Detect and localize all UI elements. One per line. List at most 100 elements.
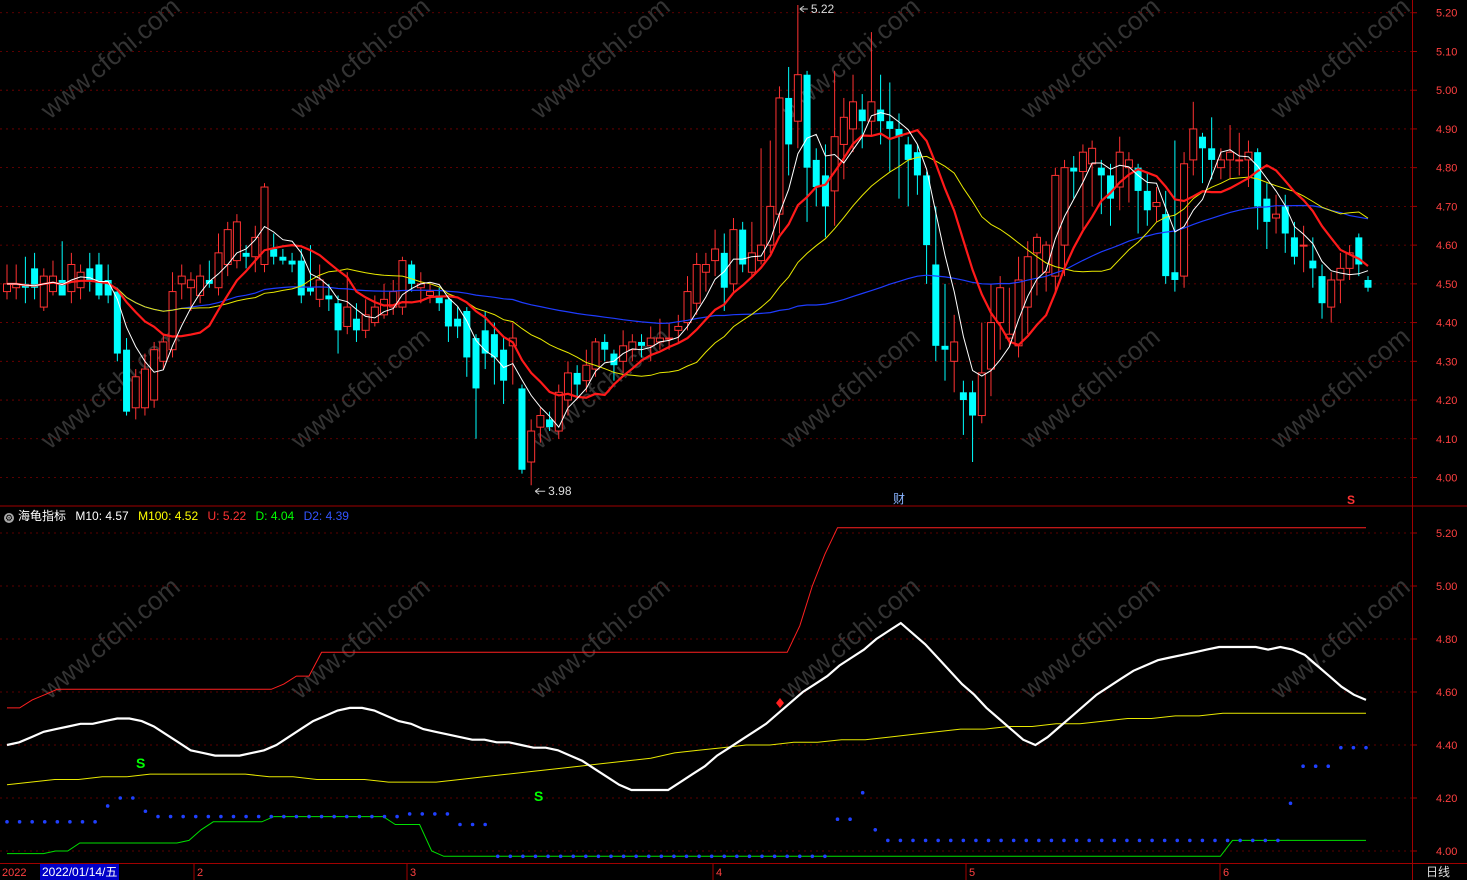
- watermark-text: www.cfchi.com: [1264, 321, 1416, 455]
- candle: [692, 252, 701, 315]
- xtick-label: 6: [1223, 867, 1229, 879]
- candle-body: [232, 221, 241, 262]
- candle-body: [711, 248, 720, 262]
- candle-body: [454, 318, 462, 327]
- d2-dot: [1276, 838, 1280, 843]
- candle: [1152, 187, 1161, 222]
- d2-dot: [370, 814, 374, 819]
- candle-body: [1216, 159, 1225, 169]
- watermark-text: www.cfchi.com: [1014, 0, 1166, 125]
- indicator-ytick-label: 4.20: [1436, 793, 1457, 805]
- watermark-text: www.cfchi.com: [34, 571, 186, 705]
- candle-body: [986, 322, 995, 370]
- candle: [31, 252, 39, 300]
- candle: [812, 148, 820, 207]
- d-line: [7, 816, 1366, 857]
- main-ytick-label: 4.20: [1436, 395, 1457, 407]
- d2-dot: [1364, 745, 1368, 750]
- candle-body: [701, 263, 710, 273]
- candle-body: [1364, 279, 1372, 288]
- d2-dot: [483, 822, 487, 827]
- indicator-d2: D2: 4.39: [303, 509, 349, 523]
- watermark-text: www.cfchi.com: [1014, 571, 1166, 705]
- candle-body: [1171, 272, 1179, 280]
- period-selector[interactable]: 日线: [1426, 864, 1450, 880]
- d2-dot: [93, 820, 97, 824]
- candle-body: [959, 392, 967, 401]
- candle-body: [830, 136, 839, 192]
- candle: [315, 264, 324, 308]
- candle-body: [1078, 151, 1087, 173]
- d2-dot: [294, 814, 299, 819]
- candle: [472, 334, 480, 439]
- candle-body: [1152, 202, 1161, 207]
- d2-dot: [1150, 838, 1154, 843]
- candle-body: [785, 97, 793, 145]
- high-price-label: 5.22: [811, 2, 835, 16]
- candle-body: [720, 252, 728, 288]
- candle: [941, 283, 949, 381]
- low-pointer: [534, 487, 546, 495]
- d2-dot: [898, 838, 903, 843]
- candle-body: [554, 391, 563, 432]
- u-line: [7, 527, 1366, 709]
- indicator-ytick-label: 5.20: [1436, 528, 1457, 540]
- candle: [830, 70, 839, 226]
- d2-dot: [458, 822, 462, 827]
- candle: [1115, 136, 1124, 211]
- indicator-d: D: 4.04: [255, 509, 295, 523]
- candle-body: [306, 287, 314, 292]
- d2-dot: [521, 854, 525, 859]
- d2-dot: [1175, 838, 1180, 843]
- d2-dot: [747, 854, 752, 859]
- candle: [711, 229, 720, 277]
- candle-body: [692, 263, 701, 304]
- d2-dot: [131, 796, 135, 800]
- indicator-title-bar: ⚙ 海龟指标 M10: 4.57 M100: 4.52 U: 5.22 D: 4.…: [4, 508, 355, 524]
- candle-body: [444, 299, 452, 327]
- candle-body: [747, 252, 756, 273]
- candle: [904, 136, 912, 207]
- candle-body: [150, 349, 159, 401]
- candle-body: [867, 101, 876, 122]
- candle: [223, 221, 232, 277]
- candle-body: [3, 283, 11, 293]
- candle: [177, 264, 186, 300]
- d2-dot: [80, 820, 85, 824]
- candle: [1318, 264, 1326, 319]
- candle: [1032, 233, 1041, 296]
- candle: [334, 295, 342, 354]
- d2-dot: [684, 854, 689, 859]
- d2-dot: [735, 854, 739, 859]
- candle-body: [472, 338, 480, 389]
- d2-dot: [1074, 838, 1079, 843]
- candle: [996, 276, 1005, 350]
- d2-dot: [357, 814, 362, 819]
- d2-dot: [206, 814, 211, 819]
- signal-s-green: S: [136, 755, 145, 771]
- candle-body: [380, 298, 389, 316]
- candle: [932, 206, 940, 362]
- candle: [821, 144, 829, 238]
- d2-dot: [1049, 838, 1054, 843]
- candle: [1198, 132, 1206, 184]
- candle-body: [1327, 279, 1336, 308]
- candle: [12, 264, 21, 300]
- candle: [3, 264, 11, 300]
- candle-body: [325, 295, 333, 300]
- candle-body: [536, 415, 545, 428]
- candle: [251, 225, 260, 273]
- d2-dot: [68, 820, 72, 824]
- m10-line: [6, 621, 1367, 792]
- main-ytick-label: 4.40: [1436, 318, 1457, 330]
- candle-body: [1088, 147, 1097, 165]
- d2-dot: [1213, 838, 1217, 843]
- watermark-text: www.cfchi.com: [34, 0, 186, 125]
- d2-dot: [999, 838, 1003, 843]
- main-ytick-label: 5.20: [1436, 8, 1457, 20]
- indicator-settings-icon[interactable]: ⚙: [4, 513, 14, 523]
- d2-dot: [886, 838, 890, 843]
- candle: [454, 307, 462, 339]
- low-price-label: 3.98: [548, 484, 572, 498]
- candle-body: [39, 275, 48, 308]
